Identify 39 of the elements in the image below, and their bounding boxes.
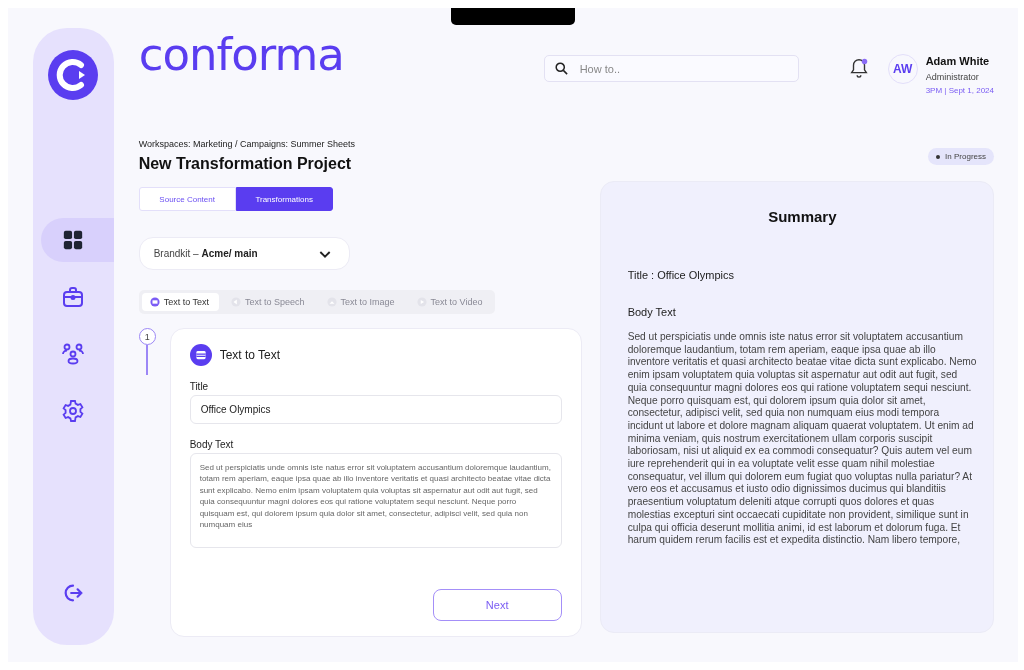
mode-tab[interactable]: Text to Image bbox=[318, 293, 405, 311]
field-label: Title bbox=[189, 381, 210, 392]
brand-logo: conforma bbox=[138, 32, 345, 77]
step-number: 1 bbox=[138, 328, 156, 345]
text-icon bbox=[149, 297, 160, 307]
body-text-field[interactable]: Sed ut perspiciatis unde omnis iste natus error sit voluptatem accusantium doloremque laudantium, totam rem aperiam, eaque ipsa quae ab illo inventore veritatis et quasi architecto beatae vitae dicta sunt explicabo. Nemo enim ipsam voluptatem quia voluptas sit aspernatur aut odit aut fugit, sed quia consequuntur magni dolores eos qui ratione voluptatem sequi nesciunt. Neque porro quisquam est, qui dolorem ipsum quia dolor sit amet, consectetur, adipisci velit, sed quia non numquam eius bbox=[189, 453, 562, 548]
summary-heading: Summary bbox=[767, 208, 838, 225]
tab[interactable]: Transformations bbox=[235, 187, 333, 211]
logo-icon bbox=[48, 50, 99, 100]
document-icon bbox=[189, 344, 212, 366]
search-icon bbox=[553, 61, 569, 76]
play-icon bbox=[416, 297, 427, 307]
summary-label: Body Text bbox=[627, 306, 677, 318]
search-field[interactable]: How to.. bbox=[543, 55, 799, 82]
user-name: Adam White bbox=[925, 55, 991, 67]
settings-icon bbox=[61, 399, 86, 423]
page-title: New Transformation Project bbox=[138, 155, 352, 173]
logout-icon bbox=[62, 582, 85, 604]
grid-icon bbox=[62, 229, 85, 251]
card-heading: Text to Text bbox=[219, 348, 281, 362]
mode-tab[interactable]: Text to Speech bbox=[223, 293, 315, 311]
people-icon bbox=[61, 342, 86, 366]
speaker-icon bbox=[231, 297, 241, 307]
tab[interactable]: Source Content bbox=[138, 187, 236, 211]
next-button[interactable]: Next bbox=[432, 589, 562, 621]
nav-item[interactable] bbox=[40, 218, 114, 262]
summary-body: Sed ut perspiciatis unde omnis iste natus error sit voluptatem accusantium doloremque laudantium, totam rem aperiam, eaque ipsa quae ab illo inventore veritatis et quasi architecto beatae vitae dicta sunt explicabo. Nemo enim ipsam voluptatem quia voluptas sit aspernatur aut odit aut fugit, sed quia consequuntur magni dolores eos qui ratione voluptatem sequi nesciunt. Neque porro quisquam est, qui dolorem ipsum quia dolor sit amet, consectetur, adipisci velit, sed quia non numquam eius modi tempora incidunt ut labore et dolore magnam aliquam quaerat voluptatem. Ut enim ad minima veniam, quis nostrum exercitationem ullam corporis suscipit laboriosam, nisi ut aliquid ex ea commodi consequatur? Quis autem vel eum iure reprehenderit qui in ea voluptate velit esse quam nihil molestiae consequatur, vel illum qui dolorem eum fugiat quo voluptas nulla pariatur? At vero eos et accusamus et iusto odio dignissimos ducimus qui blanditiis praesentium voluptatum deleniti atque corrupti quos dolores et quas molestias excepturi sint occaecati cupiditate non provident, similique sunt in culpa qui officia deserunt mollitia animi, id est laborum et dolorum fuga. Et harum quidem rerum facilis est et expedita distinctio. Nam libero tempore, bbox=[627, 331, 977, 547]
brandkit-dropdown[interactable]: Brandkit – Acme/ main bbox=[138, 237, 350, 270]
breadcrumb: Workspaces: Marketing / Campaigns: Summer Sheets bbox=[138, 139, 356, 149]
title-field[interactable]: Office Olympics bbox=[189, 395, 562, 424]
user-role: Administrator bbox=[925, 72, 980, 82]
status-badge: In Progress bbox=[928, 148, 994, 165]
timestamp: 3PM | Sept 1, 2024 bbox=[925, 86, 994, 95]
mode-tab[interactable]: Text to Text bbox=[141, 293, 219, 311]
field-label: Body Text bbox=[189, 439, 235, 450]
summary-title: Title : Office Olympics bbox=[627, 269, 735, 281]
mode-tab[interactable]: Text to Video bbox=[408, 293, 493, 311]
briefcase-icon bbox=[61, 285, 86, 309]
image-icon bbox=[326, 297, 337, 307]
